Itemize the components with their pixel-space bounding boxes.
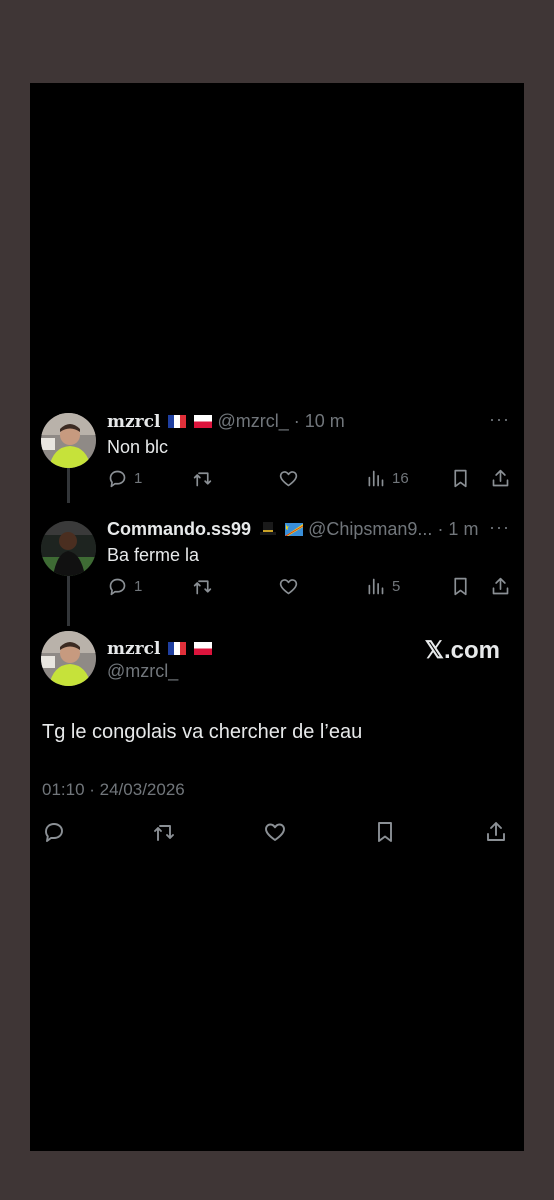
reply-icon: [45, 823, 63, 842]
retweet-icon: [154, 825, 174, 841]
tweet-timestamp[interactable]: 01:10 · 24/03/2026: [42, 780, 185, 800]
tweet-actions: [42, 820, 510, 846]
avatar[interactable]: [41, 631, 96, 686]
x-logo-watermark: 𝕏.com: [424, 637, 500, 664]
bookmark-icon: [378, 822, 392, 842]
tweet-text: Tg le congolais va chercher de l’eau: [42, 721, 363, 743]
france-flag-icon: [168, 642, 187, 655]
share-icon: [487, 822, 505, 841]
poland-flag-icon: [194, 642, 213, 655]
author-name-row: mzrcl: [107, 637, 213, 660]
reply-button[interactable]: [42, 820, 66, 844]
display-name[interactable]: mzrcl: [107, 639, 160, 659]
tweet-screenshot-frame: mzrcl @mzrcl_ · 10 m ··· Non blc 1 16 Co…: [30, 83, 524, 1151]
share-button[interactable]: [484, 820, 508, 844]
like-icon: [265, 823, 285, 841]
main-tweet: mzrcl @mzrcl_ 𝕏.com Tg le congolais va c…: [30, 83, 524, 1151]
retweet-button[interactable]: [152, 820, 176, 844]
bookmark-button[interactable]: [373, 820, 397, 844]
username-handle[interactable]: @mzrcl_: [107, 660, 178, 682]
like-button[interactable]: [263, 820, 287, 844]
